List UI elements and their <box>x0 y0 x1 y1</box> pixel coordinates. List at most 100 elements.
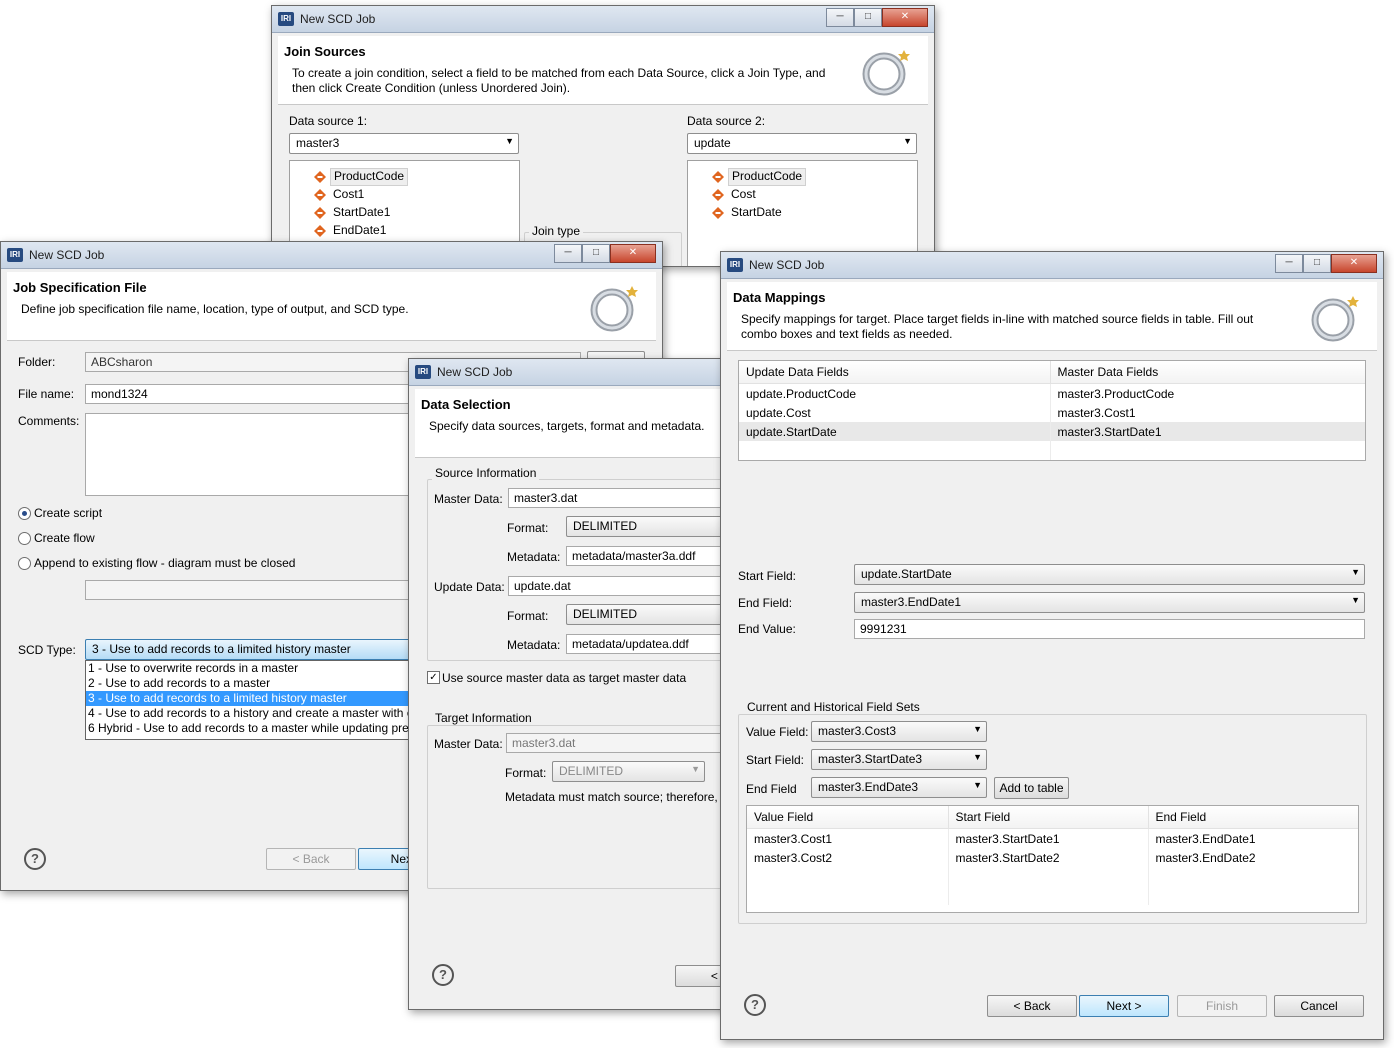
master-format-select[interactable]: DELIMITED <box>566 516 746 537</box>
window-title: New SCD Job <box>749 258 825 272</box>
window-title: New SCD Job <box>29 248 105 262</box>
append-flow-radio[interactable] <box>18 557 31 570</box>
next-button[interactable]: Next > <box>1079 995 1169 1017</box>
maximize-icon[interactable]: □ <box>854 8 882 27</box>
field-list-item[interactable]: StartDate <box>688 205 908 221</box>
title-bar[interactable]: IRI New SCD Job <box>409 359 749 386</box>
field-name: Cost <box>731 187 756 201</box>
column-header[interactable]: Value Field <box>747 806 949 829</box>
scd-option[interactable]: 6 Hybrid - Use to add records to a maste… <box>86 721 426 736</box>
mapping-table[interactable]: Update Data Fields Master Data Fields upd… <box>739 361 1365 460</box>
data-selection-window: IRI New SCD Job Data Selection Specify d… <box>408 358 750 1010</box>
create-flow-radio[interactable] <box>18 532 31 545</box>
scd-option[interactable]: 1 - Use to overwrite records in a master <box>86 661 426 676</box>
close-icon[interactable]: ✕ <box>882 8 928 27</box>
title-bar[interactable]: IRI New SCD Job ─ □ ✕ <box>272 6 934 33</box>
minimize-icon[interactable]: ─ <box>554 244 582 263</box>
data-mappings-window: IRI New SCD Job ─ □ ✕ Data Mappings Spec… <box>720 251 1384 1040</box>
start-field-select[interactable]: update.StartDate ▼ <box>854 564 1365 585</box>
close-icon[interactable]: ✕ <box>610 244 656 263</box>
column-header[interactable]: Update Data Fields <box>739 361 1051 384</box>
cancel-button[interactable]: Cancel <box>1274 995 1364 1017</box>
set-start-select[interactable]: master3.StartDate3 ▼ <box>811 749 987 770</box>
start-field-label: Start Field: <box>738 569 797 583</box>
window-title: New SCD Job <box>437 365 513 379</box>
table-cell: master3.Cost1 <box>1050 403 1365 422</box>
master-metadata-label: Metadata: <box>507 550 561 564</box>
maximize-icon[interactable]: □ <box>1303 254 1331 273</box>
target-master-field[interactable]: master3.dat <box>506 733 746 753</box>
table-row[interactable]: update.ProductCode master3.ProductCode <box>739 383 1365 403</box>
field-sets-table[interactable]: Value Field Start Field End Field master3.… <box>747 806 1358 905</box>
table-row[interactable]: master3.Cost2 master3.StartDate2 master3.E… <box>747 848 1358 867</box>
table-row[interactable]: master3.Cost1 master3.StartDate1 master3.E… <box>747 828 1358 848</box>
wizard-header: Job Specification File Define job specif… <box>7 272 656 341</box>
scd-type-options[interactable]: 1 - Use to overwrite records in a master… <box>85 660 427 740</box>
field-list-item[interactable]: Cost1 <box>290 187 510 203</box>
end-value-field[interactable]: 9991231 <box>854 619 1365 639</box>
create-script-radio[interactable] <box>18 507 31 520</box>
title-bar[interactable]: IRI New SCD Job ─ □ ✕ <box>1 242 662 269</box>
master-metadata-field[interactable]: metadata/master3a.ddf <box>566 546 746 566</box>
update-metadata-field[interactable]: metadata/updatea.ddf <box>566 634 746 654</box>
field-sets-label: Current and Historical Field Sets <box>744 700 923 714</box>
scd-option[interactable]: 4 - Use to add records to a history and … <box>86 706 426 721</box>
data-source-2-select[interactable]: update ▼ <box>687 133 917 154</box>
end-field-select[interactable]: master3.EndDate1 ▼ <box>854 592 1365 613</box>
column-header[interactable]: Start Field <box>948 806 1149 829</box>
table-cell <box>1148 867 1358 886</box>
table-cell: master3.ProductCode <box>1050 383 1365 403</box>
finish-button[interactable]: Finish <box>1177 995 1267 1017</box>
back-button[interactable]: < Back <box>987 995 1077 1017</box>
comments-field[interactable] <box>85 413 425 496</box>
field-list-item[interactable]: EndDate1 <box>290 223 510 239</box>
column-header[interactable]: End Field <box>1148 806 1358 829</box>
target-format-select[interactable]: DELIMITED ▼ <box>552 761 705 782</box>
scd-option[interactable]: 2 - Use to add records to a master <box>86 676 426 691</box>
help-icon[interactable]: ? <box>432 964 454 986</box>
update-data-field[interactable]: update.dat <box>508 576 748 596</box>
help-icon[interactable]: ? <box>24 848 46 870</box>
close-icon[interactable]: ✕ <box>1331 254 1377 273</box>
empty-row <box>747 867 1358 886</box>
table-row[interactable]: update.StartDate master3.StartDate1 <box>739 422 1365 441</box>
chevron-down-icon: ▼ <box>973 780 982 790</box>
table-row[interactable]: update.Cost master3.Cost1 <box>739 403 1365 422</box>
value-field-select[interactable]: master3.Cost3 ▼ <box>811 721 987 742</box>
iri-logo-icon: IRI <box>727 258 743 272</box>
value-field-label: Value Field: <box>746 725 809 739</box>
chevron-down-icon: ▼ <box>505 136 514 146</box>
minimize-icon[interactable]: ─ <box>826 8 854 27</box>
create-flow-label: Create flow <box>34 531 95 545</box>
field-list-item[interactable]: StartDate1 <box>290 205 510 221</box>
end-field-value: master3.EndDate1 <box>861 595 962 609</box>
column-header[interactable]: Master Data Fields <box>1050 361 1365 384</box>
data-source-1-select[interactable]: master3 ▼ <box>289 133 519 154</box>
field-list-item[interactable]: Cost <box>688 187 908 203</box>
table-cell <box>747 886 949 905</box>
scd-type-select[interactable]: 3 - Use to add records to a limited hist… <box>85 639 425 660</box>
join-sources-window: IRI New SCD Job ─ □ ✕ Join Sources To cr… <box>271 5 935 267</box>
title-bar[interactable]: IRI New SCD Job ─ □ ✕ <box>721 252 1383 279</box>
maximize-icon[interactable]: □ <box>582 244 610 263</box>
update-format-select[interactable]: DELIMITED <box>566 604 746 625</box>
field-list-item[interactable]: ProductCode <box>290 168 510 186</box>
master-data-field[interactable]: master3.dat <box>508 488 748 508</box>
back-button[interactable]: < Back <box>266 848 356 870</box>
use-source-checkbox[interactable]: ✓ <box>427 671 440 684</box>
target-note: Metadata must match source; therefore, <box>505 790 718 804</box>
add-to-table-button[interactable]: Add to table <box>994 777 1069 799</box>
table-cell: master3.StartDate1 <box>1050 422 1365 441</box>
file-name-field[interactable]: mond1324 <box>85 384 425 404</box>
field-list-item[interactable]: ProductCode <box>688 168 908 186</box>
set-end-select[interactable]: master3.EndDate3 ▼ <box>811 777 987 798</box>
table-cell: master3.EndDate1 <box>1148 828 1358 848</box>
field-key-icon <box>314 171 326 183</box>
minimize-icon[interactable]: ─ <box>1275 254 1303 273</box>
set-end-value: master3.EndDate3 <box>818 780 919 794</box>
existing-flow-field[interactable] <box>85 580 425 600</box>
field-key-icon <box>712 189 724 201</box>
target-format-label: Format: <box>505 766 547 780</box>
scd-option[interactable]: 3 - Use to add records to a limited hist… <box>86 691 426 706</box>
help-icon[interactable]: ? <box>744 994 766 1016</box>
